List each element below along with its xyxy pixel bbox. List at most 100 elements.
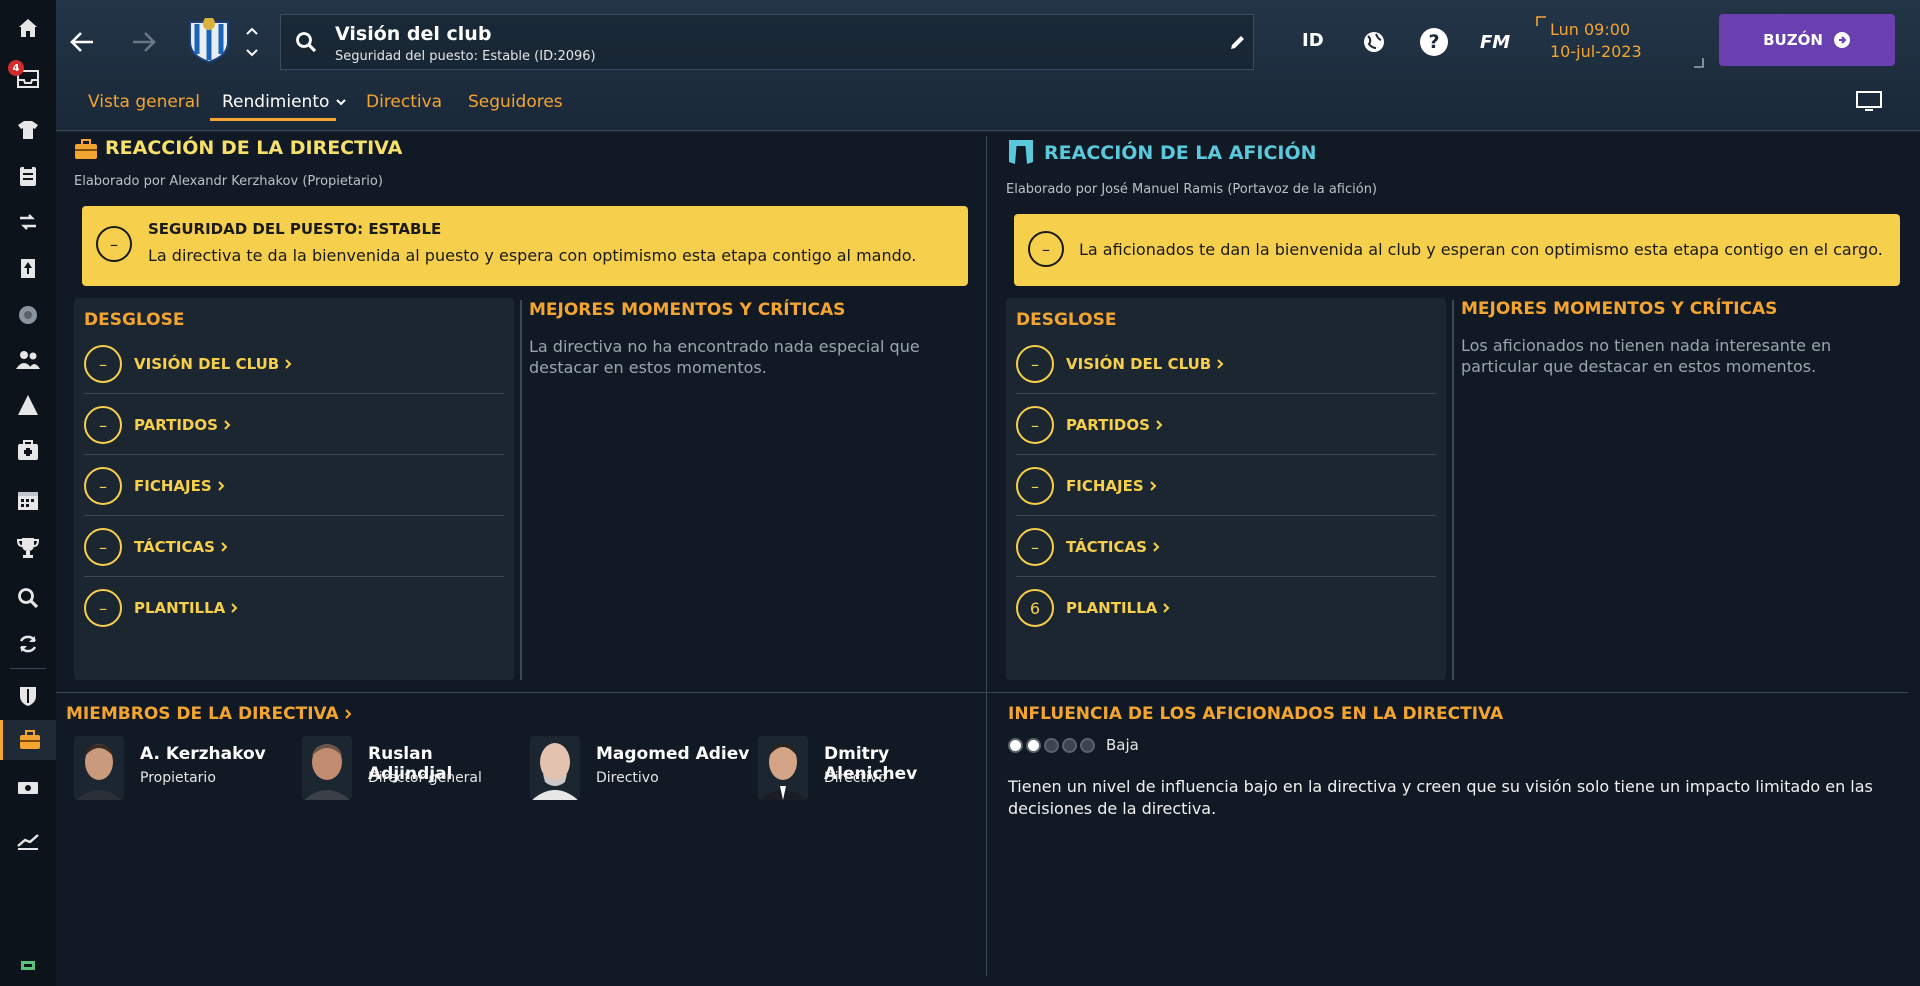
tactics-icon[interactable] — [0, 385, 56, 425]
chevron-down-icon — [336, 99, 346, 106]
breakdown-label: PARTIDOS — [1066, 416, 1150, 434]
forward-arrow-icon[interactable] — [124, 20, 164, 64]
tab-performance[interactable]: Rendimiento — [222, 92, 347, 112]
sidebar: 4 — [0, 0, 56, 986]
row-divider — [84, 576, 504, 577]
board-member[interactable]: A. Kerzhakov Propietario — [74, 734, 294, 802]
fans-made-by: Elaborado por José Manuel Ramis (Portavo… — [1006, 182, 1378, 197]
header: Visión del club Seguridad del puesto: Es… — [56, 0, 1920, 132]
board-breakdown-panel: DESGLOSE – VISIÓN DEL CLUB – PARTIDOS – … — [74, 298, 514, 680]
member-role: Director general — [368, 770, 482, 786]
board-breakdown-row[interactable]: – PARTIDOS — [84, 395, 504, 455]
board-reaction-title: REACCIÓN DE LA DIRECTIVA — [105, 137, 403, 159]
row-divider — [1016, 576, 1436, 577]
member-role: Propietario — [140, 770, 216, 786]
inbox-button[interactable]: BUZÓN — [1719, 14, 1895, 66]
world-icon[interactable] — [1358, 26, 1390, 58]
search-icon[interactable] — [0, 578, 56, 618]
fans-best-title: MEJORES MOMENTOS Y CRÍTICAS — [1461, 299, 1778, 319]
shield-icon[interactable] — [0, 676, 56, 716]
board-members-link[interactable]: MIEMBROS DE LA DIRECTIVA — [66, 704, 353, 724]
monitor-icon[interactable] — [1852, 86, 1886, 116]
club-crest[interactable] — [186, 16, 232, 64]
chevron-right-icon — [344, 709, 352, 719]
refresh-icon[interactable] — [0, 624, 56, 664]
arrow-right-circle-icon — [1833, 32, 1850, 48]
fans-breakdown-panel: DESGLOSE – VISIÓN DEL CLUB – PARTIDOS – … — [1006, 298, 1446, 680]
calendar-icon[interactable] — [0, 480, 56, 520]
row-divider — [84, 393, 504, 394]
row-divider — [84, 515, 504, 516]
tab-board[interactable]: Directiva — [366, 92, 442, 112]
chevron-right-icon — [1163, 603, 1170, 613]
board-breakdown-row[interactable]: – VISIÓN DEL CLUB — [84, 334, 504, 394]
search-icon — [293, 29, 319, 55]
influence-level-indicator: Baja — [1008, 736, 1139, 754]
alert-status-icon: – — [96, 226, 132, 262]
board-member[interactable]: Ruslan Adjindjal Director general — [302, 734, 522, 802]
back-arrow-icon[interactable] — [62, 20, 102, 64]
club-switch-chevrons[interactable] — [242, 22, 262, 62]
member-name: A. Kerzhakov — [140, 744, 266, 764]
chevron-right-icon — [285, 359, 292, 369]
alert-status-icon: – — [1028, 231, 1064, 267]
rating-circle: – — [84, 345, 122, 383]
id-button[interactable]: ID — [1302, 30, 1324, 51]
board-best-text: La directiva no ha encontrado nada espec… — [529, 337, 920, 377]
search-box[interactable]: Visión del club Seguridad del puesto: Es… — [280, 14, 1254, 70]
rating-circle: – — [84, 589, 122, 627]
trophy-icon[interactable] — [0, 528, 56, 568]
breakdown-label: FICHAJES — [134, 477, 212, 495]
tab-supporters[interactable]: Seguidores — [468, 92, 563, 112]
edit-pencil-icon[interactable] — [1222, 26, 1254, 58]
board-breakdown-row[interactable]: – PLANTILLA — [84, 578, 504, 638]
training-icon[interactable] — [0, 248, 56, 288]
squad-icon[interactable] — [0, 110, 56, 150]
chart-icon[interactable] — [0, 820, 56, 860]
influence-dot — [1062, 737, 1077, 753]
influence-text: Tienen un nivel de influencia bajo en la… — [1008, 777, 1873, 818]
fans-reaction-title: REACCIÓN DE LA AFICIÓN — [1044, 142, 1317, 164]
help-icon[interactable]: ? — [1418, 26, 1450, 58]
fans-breakdown-row[interactable]: – PARTIDOS — [1016, 395, 1436, 455]
fans-breakdown-title: DESGLOSE — [1016, 310, 1117, 330]
medical-icon[interactable] — [0, 430, 56, 470]
board-member[interactable]: Dmitry Alenichev Directivo — [758, 734, 978, 802]
ball-icon[interactable] — [0, 295, 56, 335]
rating-circle: – — [1016, 345, 1054, 383]
tab-overview[interactable]: Vista general — [88, 92, 200, 112]
breakdown-label: TÁCTICAS — [134, 538, 215, 556]
finances-icon[interactable] — [0, 768, 56, 808]
board-member[interactable]: Magomed Adiev Directivo — [530, 734, 750, 802]
fans-alert-text: La aficionados te dan la bienvenida al c… — [1079, 240, 1883, 259]
board-breakdown-row[interactable]: – TÁCTICAS — [84, 517, 504, 577]
influence-dot — [1080, 737, 1095, 753]
center-divider — [986, 136, 987, 976]
fans-alert: – La aficionados te dan la bienvenida al… — [1014, 214, 1900, 286]
home-icon[interactable] — [0, 8, 56, 48]
active-tab-indicator — [210, 118, 336, 121]
inbox-icon[interactable]: 4 — [0, 58, 56, 98]
briefcase-icon[interactable] — [0, 720, 56, 760]
fans-breakdown-row[interactable]: – TÁCTICAS — [1016, 517, 1436, 577]
fans-breakdown-row[interactable]: – FICHAJES — [1016, 456, 1436, 516]
board-alert: – SEGURIDAD DEL PUESTO: ESTABLE La direc… — [82, 206, 968, 286]
fans-breakdown-row[interactable]: – VISIÓN DEL CLUB — [1016, 334, 1436, 394]
page-subtitle: Seguridad del puesto: Estable (ID:2096) — [335, 49, 596, 64]
rating-circle: – — [84, 406, 122, 444]
transfers-icon[interactable] — [0, 202, 56, 242]
date-box[interactable]: Lun 09:00 10-jul-2023 — [1530, 16, 1708, 68]
member-role: Directivo — [596, 770, 659, 786]
fan-influence-title: INFLUENCIA DE LOS AFICIONADOS EN LA DIRE… — [1008, 704, 1504, 724]
inbox-button-label: BUZÓN — [1763, 31, 1823, 49]
board-alert-text: La directiva te da la bienvenida al pues… — [148, 246, 917, 265]
current-time: Lun 09:00 — [1550, 20, 1631, 39]
column-divider — [1452, 300, 1454, 680]
fm-logo[interactable]: FM — [1480, 32, 1510, 53]
clipboard-icon[interactable] — [0, 156, 56, 196]
staff-icon[interactable] — [0, 340, 56, 380]
board-breakdown-row[interactable]: – FICHAJES — [84, 456, 504, 516]
rating-circle: – — [1016, 467, 1054, 505]
cash-icon[interactable] — [0, 950, 56, 980]
fans-breakdown-row[interactable]: 6 PLANTILLA — [1016, 578, 1436, 638]
